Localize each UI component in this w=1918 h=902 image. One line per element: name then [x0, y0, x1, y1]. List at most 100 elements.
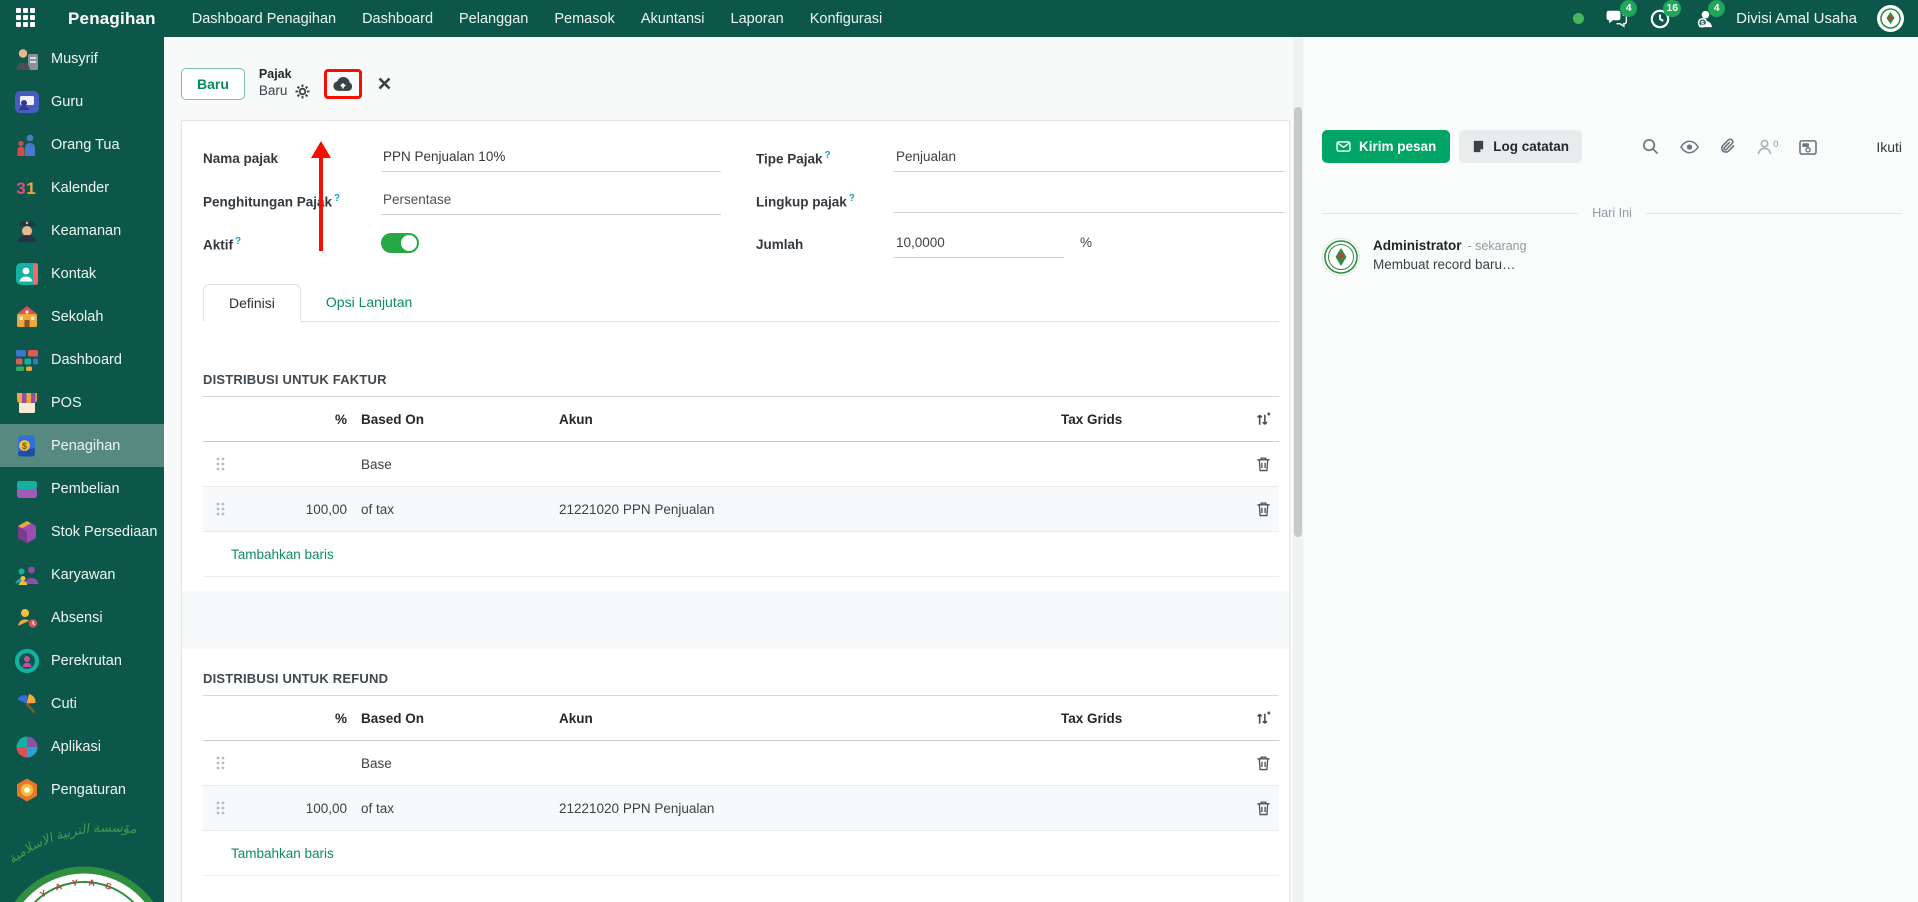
column-percent[interactable]: % [237, 711, 347, 726]
help-icon[interactable]: ? [235, 236, 241, 247]
camera-icon[interactable] [1799, 139, 1817, 155]
tab-definisi[interactable]: Definisi [203, 284, 301, 322]
breadcrumb: Baru Pajak Baru [164, 37, 1305, 120]
cell-percent[interactable]: 100,00 [237, 502, 347, 517]
sidebar-item-label: Cuti [51, 696, 77, 712]
sidebar-item-guru[interactable]: Guru [0, 80, 164, 123]
table-row[interactable]: Base [203, 741, 1279, 786]
drag-handle-icon[interactable] [203, 801, 237, 815]
cell-based-on[interactable]: Base [361, 457, 559, 472]
penghitungan-select[interactable]: Persentase [381, 189, 721, 215]
sidebar-item-aplikasi[interactable]: Aplikasi [0, 725, 164, 768]
eye-icon[interactable] [1680, 140, 1699, 154]
trash-icon[interactable] [1256, 755, 1271, 771]
column-akun[interactable]: Akun [559, 711, 1061, 726]
messages-icon[interactable]: 4 [1604, 7, 1628, 31]
main-content: Baru Pajak Baru Nama pajak PPN Penjualan… [164, 37, 1305, 902]
send-message-button[interactable]: Kirim pesan [1322, 130, 1450, 163]
table-row[interactable]: 100,00 of tax 21221020 PPN Penjualan [203, 786, 1279, 831]
drag-handle-icon[interactable] [203, 457, 237, 471]
follow-button[interactable]: Ikuti [1876, 139, 1902, 155]
gear-icon[interactable] [295, 84, 310, 99]
sidebar-item-absensi[interactable]: Absensi [0, 596, 164, 639]
sidebar-item-perekrutan[interactable]: Perekrutan [0, 639, 164, 682]
drag-handle-icon[interactable] [203, 502, 237, 516]
message-time: - sekarang [1468, 239, 1527, 253]
sidebar-item-orang-tua[interactable]: Orang Tua [0, 123, 164, 166]
followers-icon[interactable]: 0 [1757, 139, 1778, 155]
user-avatar[interactable] [1877, 5, 1904, 32]
sidebar-item-pembelian[interactable]: Pembelian [0, 467, 164, 510]
aktif-toggle[interactable] [381, 233, 419, 253]
help-icon[interactable]: ? [825, 150, 831, 161]
sidebar-item-stok[interactable]: Stok Persediaan [0, 510, 164, 553]
column-akun[interactable]: Akun [559, 412, 1061, 427]
sidebar-item-dashboard[interactable]: Dashboard [0, 338, 164, 381]
content-scrollbar[interactable] [1293, 37, 1303, 902]
drag-handle-icon[interactable] [203, 756, 237, 770]
sidebar-item-penagihan[interactable]: $ Penagihan [0, 424, 164, 467]
breadcrumb-model[interactable]: Pajak [259, 67, 311, 83]
sidebar-item-kalender[interactable]: 31 Kalender [0, 166, 164, 209]
column-percent[interactable]: % [237, 412, 347, 427]
sidebar-item-kontak[interactable]: Kontak [0, 252, 164, 295]
column-tax-grids[interactable]: Tax Grids [1061, 412, 1239, 427]
top-navbar: Penagihan Dashboard Penagihan Dashboard … [0, 0, 1918, 37]
cell-akun[interactable]: 21221020 PPN Penjualan [559, 801, 1061, 816]
app-brand[interactable]: Penagihan [68, 9, 156, 29]
table-row[interactable]: 100,00 of tax 21221020 PPN Penjualan [203, 487, 1279, 532]
save-cloud-icon[interactable] [332, 75, 354, 95]
annotation-arrow-shaft [319, 156, 323, 251]
sidebar-item-cuti[interactable]: Cuti [0, 682, 164, 725]
sidebar-item-musyrif[interactable]: Musyrif [0, 37, 164, 80]
sidebar-item-keamanan[interactable]: Keamanan [0, 209, 164, 252]
sidebar-item-karyawan[interactable]: Karyawan [0, 553, 164, 596]
jumlah-input[interactable]: 10,0000 [894, 232, 1064, 258]
sidebar-item-pos[interactable]: POS [0, 381, 164, 424]
keamanan-icon [13, 217, 40, 244]
company-name[interactable]: Divisi Amal Usaha [1736, 10, 1857, 27]
paperclip-icon[interactable] [1720, 138, 1736, 155]
cell-based-on[interactable]: of tax [361, 502, 559, 517]
cell-based-on[interactable]: of tax [361, 801, 559, 816]
tab-opsi-lanjutan[interactable]: Opsi Lanjutan [301, 284, 437, 321]
help-icon[interactable]: ? [849, 193, 855, 204]
nama-pajak-input[interactable]: PPN Penjualan 10% [381, 146, 721, 172]
trash-icon[interactable] [1256, 501, 1271, 517]
cell-akun[interactable]: 21221020 PPN Penjualan [559, 502, 1061, 517]
new-record-button[interactable]: Baru [181, 68, 245, 100]
message-avatar[interactable] [1322, 238, 1360, 276]
menu-pelanggan[interactable]: Pelanggan [459, 11, 528, 27]
tipe-pajak-select[interactable]: Penjualan [894, 146, 1284, 172]
log-note-button[interactable]: Log catatan [1459, 130, 1582, 163]
menu-pemasok[interactable]: Pemasok [554, 11, 614, 27]
search-icon[interactable] [1642, 138, 1659, 155]
scrollbar-thumb[interactable] [1294, 107, 1302, 537]
payroll-person-icon[interactable]: $ 4 [1692, 7, 1716, 31]
menu-laporan[interactable]: Laporan [731, 11, 784, 27]
sidebar-item-sekolah[interactable]: Sekolah [0, 295, 164, 338]
column-tax-grids[interactable]: Tax Grids [1061, 711, 1239, 726]
optional-columns-icon[interactable] [1254, 411, 1271, 428]
column-based-on[interactable]: Based On [361, 412, 559, 427]
lingkup-pajak-select[interactable] [894, 187, 1284, 213]
menu-akuntansi[interactable]: Akuntansi [641, 11, 705, 27]
message-author[interactable]: Administrator [1373, 238, 1462, 253]
cell-percent[interactable]: 100,00 [237, 801, 347, 816]
help-icon[interactable]: ? [334, 193, 340, 204]
add-row-link-faktur[interactable]: Tambahkan baris [203, 532, 1279, 577]
menu-dashboard[interactable]: Dashboard [362, 11, 433, 27]
discard-icon[interactable] [378, 77, 391, 90]
trash-icon[interactable] [1256, 456, 1271, 472]
add-row-link-refund[interactable]: Tambahkan baris [203, 831, 1279, 876]
menu-dashboard-penagihan[interactable]: Dashboard Penagihan [192, 11, 336, 27]
cell-based-on[interactable]: Base [361, 756, 559, 771]
column-based-on[interactable]: Based On [361, 711, 559, 726]
menu-konfigurasi[interactable]: Konfigurasi [810, 11, 883, 27]
table-row[interactable]: Base [203, 442, 1279, 487]
optional-columns-icon[interactable] [1254, 710, 1271, 727]
apps-grid-icon[interactable] [16, 8, 38, 30]
field-label-jumlah: Jumlah [756, 237, 894, 252]
activities-clock-icon[interactable]: 16 [1648, 7, 1672, 31]
trash-icon[interactable] [1256, 800, 1271, 816]
